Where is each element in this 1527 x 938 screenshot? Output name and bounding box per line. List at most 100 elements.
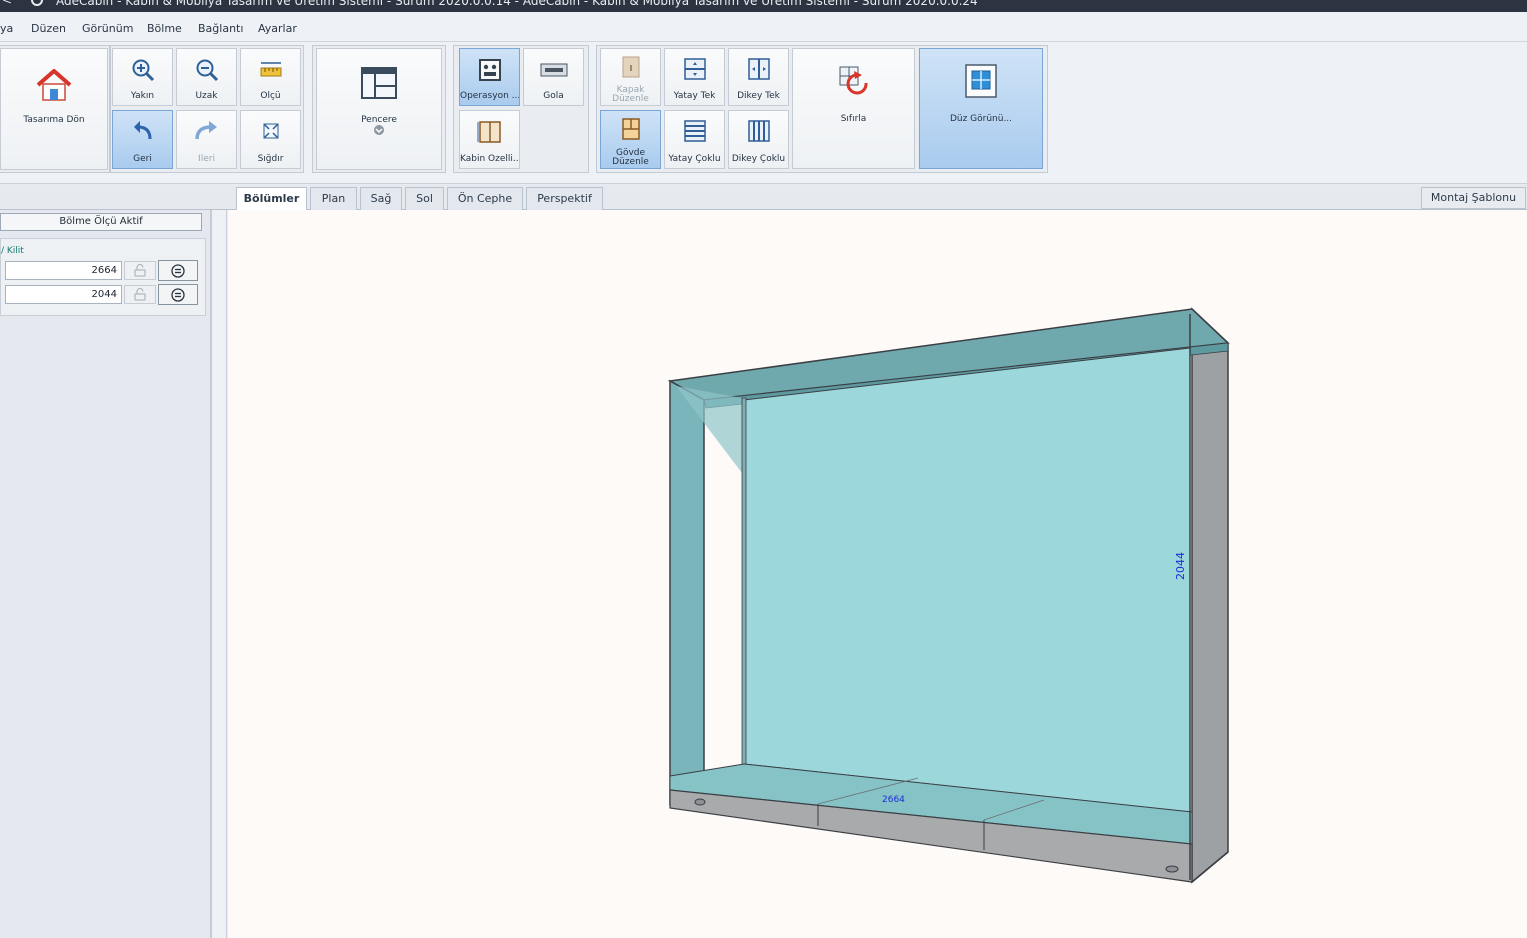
- redo-label: İleri: [198, 154, 215, 164]
- menu-item-partition[interactable]: Bölme: [147, 22, 182, 35]
- tab-left[interactable]: Sol: [405, 187, 444, 210]
- reset-button[interactable]: Sıfırla: [792, 48, 915, 169]
- lock-icon: [134, 288, 146, 301]
- zoom-out-label: Uzak: [195, 91, 218, 101]
- door-edit-icon: [622, 56, 639, 78]
- gola-label: Gola: [543, 91, 564, 101]
- ribbon-group-window: Pencere: [312, 45, 446, 173]
- undo-label: Geri: [133, 154, 152, 164]
- ribbon-group-operation: Operasyon ... Gola Kabin Özelli...: [453, 45, 589, 173]
- vertical-single-button[interactable]: Dikey Tek: [728, 48, 789, 106]
- back-arrow-icon[interactable]: <: [2, 0, 12, 7]
- operation-icon: [478, 59, 501, 81]
- window-button[interactable]: Pencere: [316, 48, 442, 170]
- flat-view-button[interactable]: Düz Görünü...: [919, 48, 1043, 169]
- equals-icon: [171, 288, 185, 302]
- height-dimension-label: 2044: [1174, 552, 1187, 580]
- cabinet-properties-label: Kabin Özelli...: [460, 154, 519, 164]
- home-button-label: Tasarıma Dön: [23, 115, 85, 125]
- horizontal-single-button[interactable]: Yatay Tek: [664, 48, 725, 106]
- vertical-split-icon: [747, 58, 770, 80]
- tab-assembly-template[interactable]: Montaj Şablonu: [1421, 187, 1526, 209]
- door-edit-button[interactable]: Kapak Düzenle: [600, 48, 661, 106]
- ribbon-toolbar: Tasarıma Dön Yakın Uzak Ölçü Geri İleri …: [0, 42, 1527, 184]
- menu-bar: ya Düzen Görünüm Bölme Bağlantı Ayarlar: [0, 12, 1527, 42]
- horizontal-split-icon: [683, 58, 706, 80]
- menu-item-settings[interactable]: Ayarlar: [258, 22, 297, 35]
- app-logo-icon: [31, 0, 43, 6]
- redo-icon: [194, 121, 217, 140]
- operation-button[interactable]: Operasyon ...: [459, 48, 520, 106]
- height-lock-button[interactable]: [124, 285, 156, 304]
- ribbon-group-home: Tasarıma Dön: [0, 45, 110, 173]
- window-layout-icon: [361, 67, 397, 99]
- menu-item-view[interactable]: Görünüm: [82, 22, 133, 35]
- fit-button[interactable]: Sığdır: [240, 110, 301, 169]
- dimension-lock-section: / Kilit 2664 2044: [0, 238, 206, 316]
- body-edit-label: Gövde Düzenle: [612, 148, 649, 167]
- door-edit-label: Kapak Düzenle: [612, 85, 649, 104]
- menu-item-connection[interactable]: Bağlantı: [198, 22, 243, 35]
- ribbon-group-edit: Kapak Düzenle Yatay Tek Dikey Tek Gövde …: [596, 45, 1048, 173]
- width-equalize-button[interactable]: [158, 260, 198, 281]
- horizontal-multi-label: Yatay Çoklu: [668, 154, 721, 164]
- horizontal-single-label: Yatay Tek: [673, 91, 716, 101]
- vertical-multi-label: Dikey Çoklu: [731, 154, 786, 164]
- zoom-in-label: Yakın: [130, 91, 155, 101]
- ribbon-group-view: Yakın Uzak Ölçü Geri İleri Sığdır: [110, 45, 304, 173]
- tab-right[interactable]: Sağ: [360, 187, 402, 210]
- chevron-down-icon: [374, 125, 384, 135]
- reset-icon: [839, 66, 868, 95]
- partition-measure-active-button[interactable]: Bölme Ölçü Aktif: [0, 213, 202, 231]
- cabinet-3d-model: 2044 2664: [667, 307, 1230, 884]
- tab-sections[interactable]: Bölümler: [236, 187, 307, 211]
- height-field[interactable]: 2044: [5, 285, 122, 304]
- section-title: / Kilit: [1, 246, 24, 256]
- cabinet-icon: [477, 121, 501, 143]
- ruler-icon: [260, 62, 281, 77]
- flat-view-label: Düz Görünü...: [949, 114, 1013, 124]
- gola-profile-icon: [540, 63, 567, 77]
- flat-view-icon: [965, 64, 997, 98]
- gola-button[interactable]: Gola: [523, 48, 584, 106]
- undo-icon: [133, 121, 151, 140]
- measure-label: Ölçü: [260, 91, 281, 101]
- operation-label: Operasyon ...: [460, 91, 519, 101]
- width-dimension-label: 2664: [882, 795, 905, 805]
- home-button[interactable]: Tasarıma Dön: [0, 48, 108, 170]
- zoom-out-icon: [196, 59, 218, 82]
- measure-button[interactable]: Ölçü: [240, 48, 301, 106]
- tab-perspective[interactable]: Perspektif: [526, 187, 603, 210]
- vertical-single-label: Dikey Tek: [737, 91, 780, 101]
- zoom-in-button[interactable]: Yakın: [112, 48, 173, 106]
- reset-label: Sıfırla: [840, 114, 867, 124]
- fit-screen-icon: [262, 123, 279, 139]
- width-field[interactable]: 2664: [5, 261, 122, 280]
- panel-splitter[interactable]: [212, 210, 227, 938]
- window-title: AdeCabin - Kabin & Mobilya Tasarım ve Ür…: [56, 0, 978, 8]
- fit-label: Sığdır: [257, 154, 284, 164]
- cabinet-properties-button[interactable]: Kabin Özelli...: [459, 110, 520, 169]
- vertical-multi-button[interactable]: Dikey Çoklu: [728, 110, 789, 169]
- zoom-in-icon: [132, 59, 154, 82]
- body-edit-button[interactable]: Gövde Düzenle: [600, 110, 661, 169]
- horizontal-multi-button[interactable]: Yatay Çoklu: [664, 110, 725, 169]
- window-label: Pencere: [361, 115, 397, 125]
- left-panel: Bölme Ölçü Aktif / Kilit 2664 2044: [0, 210, 212, 938]
- lock-icon: [134, 264, 146, 277]
- 3d-viewport[interactable]: 2044 2664: [228, 210, 1527, 938]
- menu-item-edit[interactable]: Düzen: [31, 22, 66, 35]
- undo-button[interactable]: Geri: [112, 110, 173, 169]
- home-icon: [36, 69, 72, 101]
- height-equalize-button[interactable]: [158, 284, 198, 305]
- body-edit-icon: [621, 118, 640, 140]
- tab-front[interactable]: Ön Cephe: [447, 187, 523, 210]
- zoom-out-button[interactable]: Uzak: [176, 48, 237, 106]
- menu-item-file[interactable]: ya: [0, 22, 13, 35]
- width-lock-button[interactable]: [124, 261, 156, 280]
- redo-button[interactable]: İleri: [176, 110, 237, 169]
- tab-plan[interactable]: Plan: [310, 187, 357, 210]
- horizontal-multi-icon: [683, 120, 706, 142]
- title-bar: < AdeCabin - Kabin & Mobilya Tasarım ve …: [0, 0, 1527, 12]
- vertical-multi-icon: [747, 120, 770, 142]
